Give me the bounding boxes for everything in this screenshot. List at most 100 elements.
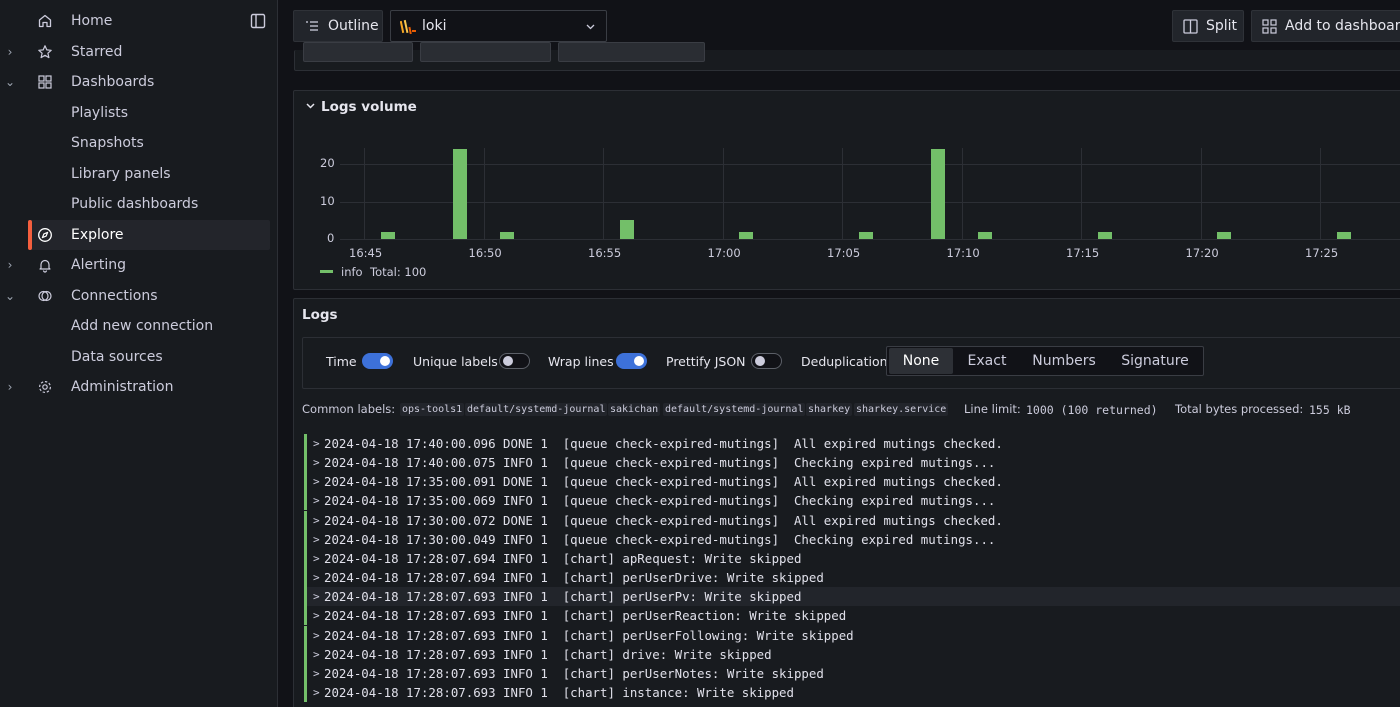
legend-series-name[interactable]: info — [341, 265, 363, 279]
x-gridline — [842, 148, 843, 240]
log-row[interactable]: >2024-04-18 17:28:07.693 INFO 1 [chart] … — [304, 587, 1400, 607]
volume-bar[interactable] — [1097, 231, 1112, 239]
dedup-option-numbers[interactable]: Numbers — [1022, 348, 1106, 374]
time-toggle[interactable] — [362, 353, 393, 369]
chevron-right-icon[interactable]: › — [4, 380, 16, 394]
nav-starred-label: Starred — [71, 44, 123, 60]
volume-bar[interactable] — [500, 231, 515, 239]
nav-explore[interactable]: Explore — [28, 220, 270, 250]
chevron-right-icon[interactable]: › — [4, 258, 16, 272]
query-tag[interactable] — [420, 42, 551, 62]
x-gridline — [722, 148, 724, 240]
wrap-lines-toggle[interactable] — [616, 353, 647, 369]
datasource-picker[interactable]: loki — [390, 10, 607, 42]
expand-row-icon[interactable]: > — [313, 514, 320, 527]
volume-bar[interactable] — [452, 149, 467, 239]
log-row[interactable]: >2024-04-18 17:28:07.693 INFO 1 [chart] … — [304, 682, 1400, 702]
volume-bar[interactable] — [1336, 231, 1351, 239]
nav-playlists[interactable]: Playlists — [0, 98, 270, 128]
unique-labels-toggle[interactable] — [499, 353, 530, 369]
expand-row-icon[interactable]: > — [313, 629, 320, 642]
nav-explore-label: Explore — [71, 227, 124, 243]
nav-public-dashboards[interactable]: Public dashboards — [0, 189, 270, 219]
log-line-text: 2024-04-18 17:28:07.693 INFO 1 [chart] p… — [324, 627, 854, 643]
nav-alerting[interactable]: › Alerting — [0, 250, 270, 280]
expand-row-icon[interactable]: > — [313, 494, 320, 507]
dedup-option-none[interactable]: None — [889, 348, 953, 374]
outline-button[interactable]: Outline — [293, 10, 383, 42]
log-row[interactable]: >2024-04-18 17:28:07.693 INFO 1 [chart] … — [304, 625, 1400, 645]
log-row[interactable]: >2024-04-18 17:30:00.072 DONE 1 [queue c… — [304, 510, 1400, 530]
legend-swatch — [320, 270, 333, 273]
nav-starred[interactable]: › Starred — [0, 37, 270, 67]
log-row[interactable]: >2024-04-18 17:40:00.075 INFO 1 [queue c… — [304, 453, 1400, 473]
volume-bar[interactable] — [380, 231, 395, 239]
x-gridline — [483, 148, 485, 240]
dedup-option-exact[interactable]: Exact — [957, 348, 1017, 374]
common-label-chip: sharkey — [806, 403, 853, 416]
query-tag[interactable] — [303, 42, 413, 62]
outline-list-icon — [306, 21, 318, 31]
expand-row-icon[interactable]: > — [313, 686, 320, 699]
add-to-dashboard-button[interactable]: Add to dashboard — [1251, 10, 1400, 42]
expand-row-icon[interactable]: > — [313, 571, 320, 584]
query-tag[interactable] — [558, 42, 705, 62]
expand-row-icon[interactable]: > — [313, 533, 320, 546]
expand-row-icon[interactable]: > — [313, 667, 320, 680]
expand-row-icon[interactable]: > — [313, 590, 320, 603]
query-editor-row — [294, 42, 1400, 71]
log-row[interactable]: >2024-04-18 17:35:00.069 INFO 1 [queue c… — [304, 491, 1400, 511]
log-row[interactable]: >2024-04-18 17:28:07.694 INFO 1 [chart] … — [304, 548, 1400, 568]
expand-row-icon[interactable]: > — [313, 648, 320, 661]
nav-dashboards[interactable]: ⌄ Dashboards — [0, 67, 270, 97]
volume-bar[interactable] — [858, 231, 873, 239]
log-line-text: 2024-04-18 17:28:07.693 INFO 1 [chart] d… — [324, 646, 772, 662]
nav-snapshots-label: Snapshots — [71, 135, 144, 151]
log-row[interactable]: >2024-04-18 17:28:07.693 INFO 1 [chart] … — [304, 663, 1400, 683]
log-line-text: 2024-04-18 17:40:00.075 INFO 1 [queue ch… — [324, 455, 996, 471]
volume-bar[interactable] — [1217, 231, 1232, 239]
volume-bar[interactable] — [619, 220, 634, 239]
expand-row-icon[interactable]: > — [313, 475, 320, 488]
nav-home[interactable]: Home — [0, 6, 270, 36]
log-row[interactable]: >2024-04-18 17:28:07.693 INFO 1 [chart] … — [304, 606, 1400, 626]
chevron-right-icon[interactable]: › — [4, 45, 16, 59]
log-row[interactable]: >2024-04-18 17:35:00.091 DONE 1 [queue c… — [304, 472, 1400, 492]
y-tick-label: 20 — [320, 156, 335, 170]
log-line-text: 2024-04-18 17:35:00.069 INFO 1 [queue ch… — [324, 493, 996, 509]
line-limit-value: 1000 (100 returned) — [1026, 403, 1158, 417]
sidebar: Home › Starred ⌄ Dashboards Playlists Sn… — [0, 0, 278, 707]
nav-administration-label: Administration — [71, 379, 174, 395]
volume-bar[interactable] — [978, 231, 993, 239]
nav-add-new-connection[interactable]: Add new connection — [0, 311, 270, 341]
log-row[interactable]: >2024-04-18 17:40:00.096 DONE 1 [queue c… — [304, 434, 1400, 453]
bell-icon — [36, 256, 54, 274]
x-gridline — [1081, 148, 1082, 240]
log-row[interactable]: >2024-04-18 17:30:00.049 INFO 1 [queue c… — [304, 529, 1400, 549]
chevron-down-icon[interactable]: ⌄ — [4, 75, 16, 89]
nav-snapshots[interactable]: Snapshots — [0, 128, 270, 158]
volume-bar[interactable] — [739, 231, 754, 239]
dedup-option-signature[interactable]: Signature — [1112, 348, 1198, 374]
expand-row-icon[interactable]: > — [313, 437, 320, 450]
log-row[interactable]: >2024-04-18 17:28:07.694 INFO 1 [chart] … — [304, 568, 1400, 588]
nav-library-panels[interactable]: Library panels — [0, 159, 270, 189]
expand-row-icon[interactable]: > — [313, 456, 320, 469]
nav-data-sources[interactable]: Data sources — [0, 342, 270, 372]
prettify-json-toggle[interactable] — [751, 353, 782, 369]
volume-bar[interactable] — [930, 149, 945, 239]
expand-row-icon[interactable]: > — [313, 552, 320, 565]
nav-administration[interactable]: › Administration — [0, 372, 270, 402]
collapse-chevron-icon[interactable] — [306, 103, 315, 109]
x-gridline — [1320, 148, 1321, 240]
loki-logo-icon — [400, 19, 416, 35]
log-row[interactable]: >2024-04-18 17:28:07.693 INFO 1 [chart] … — [304, 644, 1400, 664]
common-label-chip: sharkey.service — [854, 403, 949, 416]
expand-row-icon[interactable]: > — [313, 609, 320, 622]
nav-connections[interactable]: ⌄ Connections — [0, 281, 270, 311]
deduplication-label: Deduplication — [801, 354, 888, 369]
x-tick-label: 17:15 — [1066, 246, 1100, 260]
chevron-down-icon[interactable]: ⌄ — [4, 289, 16, 303]
split-button[interactable]: Split — [1172, 10, 1244, 42]
x-tick-label: 16:55 — [588, 246, 622, 260]
